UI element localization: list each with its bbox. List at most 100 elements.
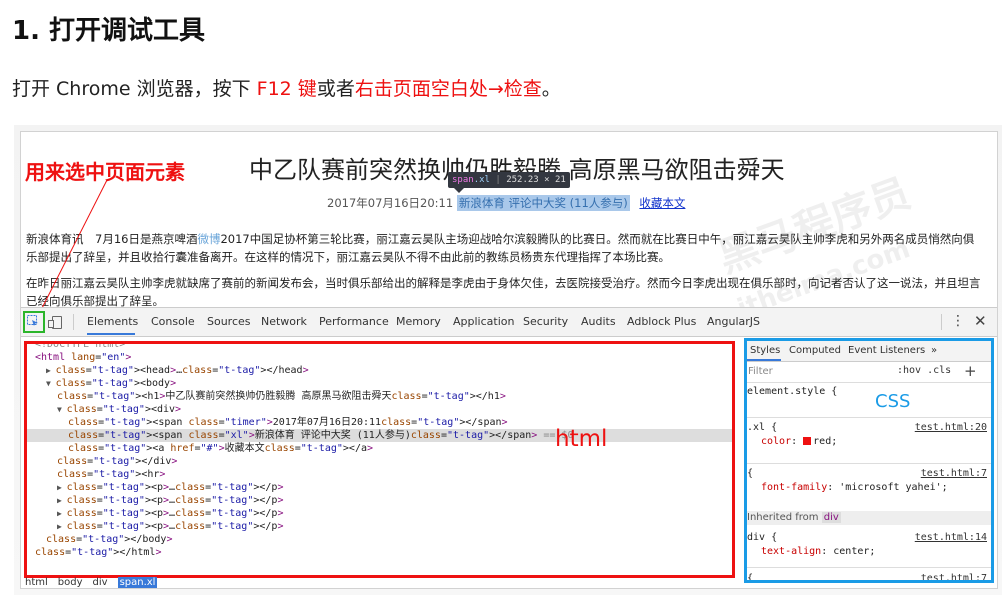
dom-tree-node[interactable]: ▼ class="t-tag"><body> [46, 377, 176, 390]
dom-tree-node[interactable]: class="t-tag"><a href="#">收藏本文class="t-t… [68, 442, 373, 455]
breadcrumb-html[interactable]: html [25, 577, 48, 588]
new-style-rule-icon[interactable]: + [964, 362, 977, 380]
rule-xl-declaration[interactable]: color: red; [761, 435, 837, 448]
instruction-text: 打开 Chrome 浏览器，按下 F12 键或者右击页面空白处→检查。 [12, 74, 561, 101]
dom-tree-node[interactable]: ▶ class="t-tag"><p>…class="t-tag"></p> [57, 481, 283, 494]
dom-tree-node[interactable]: <!DOCTYPE html> [35, 344, 125, 351]
styles-tab-event-listeners[interactable]: Event Listeners [848, 345, 925, 356]
breadcrumb-span-xl[interactable]: span.xl [117, 577, 158, 588]
dom-tree-node[interactable]: <html lang="en"> [35, 351, 131, 364]
browser-screenshot: 黑马程序员 itheima.com 用来选中页面元素 中乙队赛前突然换帅仍胜毅腾 … [20, 131, 998, 589]
bookmark-link[interactable]: 收藏本文 [639, 196, 685, 210]
dom-tree-node[interactable]: class="t-tag"><h1>中乙队赛前突然换帅仍胜毅腾 高原黑马欲阻击舜… [57, 390, 506, 403]
dom-tree-node[interactable]: class="t-tag"></div> [57, 455, 177, 468]
css-property-font-family: font-family [761, 482, 828, 493]
styles-filter-input[interactable]: Filter [748, 366, 773, 377]
rule-xl-source-link[interactable]: test.html:20 [915, 421, 987, 434]
dom-tree-node[interactable]: class="t-tag"><hr> [57, 468, 165, 481]
instruction-part3: 。 [541, 78, 561, 100]
devtools-tab-adblock-plus[interactable]: Adblock Plus [627, 315, 696, 328]
dom-tree-node[interactable]: class="t-tag"><span class="xl">新浪体育 评论中大… [27, 429, 732, 442]
rule2-selector[interactable]: { [747, 467, 753, 480]
styles-tab-styles[interactable]: Styles [750, 345, 780, 356]
expand-arrow-icon[interactable]: ▶ [57, 509, 67, 518]
devtools-tab-sources[interactable]: Sources [207, 315, 251, 328]
dom-breadcrumb: html body div span.xl [25, 577, 167, 588]
hov-cls-toggles[interactable]: :hov .cls [897, 365, 951, 376]
dom-tree-node[interactable]: ▶ class="t-tag"><p>…class="t-tag"></p> [57, 520, 283, 533]
instruction-part1: 打开 Chrome 浏览器，按下 [12, 78, 257, 100]
breadcrumb-body[interactable]: body [58, 577, 83, 588]
devtools-panel: ⋮ ✕ Elements Console Sources Network Perform… [21, 307, 997, 588]
expand-arrow-icon[interactable]: ▶ [57, 496, 67, 505]
styles-tab-computed[interactable]: Computed [789, 345, 841, 356]
element-style-rule[interactable]: element.style { [747, 385, 837, 398]
elements-tree-panel[interactable]: <!DOCTYPE html> <html lang="en"> ▶ class="… [24, 341, 735, 578]
css-value-font-family: 'microsoft yahei'; [839, 482, 948, 493]
dom-tree-node[interactable]: ▶ class="t-tag"><head>…class="t-tag"></h… [46, 364, 309, 377]
dom-tree-node[interactable]: class="t-tag"></body> [46, 533, 172, 546]
rule-divider [747, 417, 991, 418]
annotation-select-element: 用来选中页面元素 [25, 160, 185, 184]
dom-tree-node[interactable]: ▶ class="t-tag"><p>…class="t-tag"></p> [57, 494, 283, 507]
toolbar-divider [73, 314, 74, 330]
device-toolbar-icon[interactable] [48, 316, 62, 329]
rule-div-selector[interactable]: div { [747, 531, 777, 544]
rule4-source-link[interactable]: test.html:7 [921, 572, 987, 580]
inspect-cursor-icon [27, 315, 38, 326]
styles-filter-row: Filter :hov .cls + [747, 362, 991, 383]
devtools-tab-security[interactable]: Security [523, 315, 568, 328]
expand-arrow-icon[interactable]: ▶ [57, 522, 67, 531]
devtools-tab-memory[interactable]: Memory [396, 315, 441, 328]
devtools-tab-angularjs[interactable]: AngularJS [707, 315, 760, 328]
expand-arrow-icon[interactable]: ▶ [46, 366, 56, 375]
article-source-highlighted[interactable]: 新浪体育 评论中大奖 (11人参与) [456, 195, 630, 211]
inherited-tag[interactable]: div [821, 512, 841, 523]
css-property-color: color [761, 436, 792, 447]
breadcrumb-div[interactable]: div [93, 577, 108, 588]
dom-tree-node[interactable]: ▶ class="t-tag"><p>…class="t-tag"></p> [57, 507, 283, 520]
instruction-right-click: 右击页面空白处→检查 [354, 78, 542, 100]
collapse-arrow-icon[interactable]: ▼ [57, 405, 67, 414]
close-devtools-icon[interactable]: ✕ [974, 312, 987, 330]
page-title: 1. 打开调试工具 [12, 16, 206, 46]
rule-xl-selector[interactable]: .xl { [747, 421, 777, 434]
color-swatch-icon[interactable] [803, 437, 812, 445]
expand-arrow-icon[interactable]: ▶ [57, 483, 67, 492]
css-value-center: center; [833, 546, 876, 557]
para1-text-a: 新浪体育讯 7月16日是燕京啤酒 [26, 232, 198, 246]
rule4-selector[interactable]: { [747, 572, 753, 580]
article-time: 2017年07月16日20:11 [327, 196, 454, 210]
devtools-tab-network[interactable]: Network [261, 315, 307, 328]
annotation-html: html [555, 426, 608, 452]
devtools-tab-elements[interactable]: Elements [87, 315, 138, 328]
rule-divider [747, 567, 991, 568]
annotation-css: CSS [875, 391, 911, 412]
toolbar-divider-right [941, 314, 942, 330]
dom-tree-node[interactable]: class="t-tag"></html> [35, 546, 161, 559]
rule-divider [747, 463, 991, 464]
tooltip-tag: span [452, 175, 474, 185]
devtools-tab-application[interactable]: Application [453, 315, 514, 328]
weibo-badge[interactable]: 微博 [197, 232, 220, 246]
rule-div-source-link[interactable]: test.html:14 [915, 531, 987, 544]
styles-tab-row: Styles Computed Event Listeners » [747, 341, 991, 362]
collapse-arrow-icon[interactable]: ▼ [46, 379, 56, 388]
dom-tree-node[interactable]: ▼ class="t-tag"><div> [57, 403, 181, 416]
rule-div-declaration[interactable]: text-align: center; [761, 545, 875, 558]
styles-panel[interactable]: Styles Computed Event Listeners » Filter :h… [744, 338, 994, 583]
inspect-tooltip: span.xl | 252.23 × 21 [448, 172, 570, 188]
tooltip-size: 252.23 × 21 [506, 175, 566, 185]
article-meta: 2017年07月16日20:11 新浪体育 评论中大奖 (11人参与) 收藏本文 [327, 195, 685, 211]
rule2-source-link[interactable]: test.html:7 [921, 467, 987, 480]
styles-tab-more[interactable]: » [931, 345, 937, 356]
more-options-icon[interactable]: ⋮ [951, 313, 965, 329]
devtools-tab-performance[interactable]: Performance [319, 315, 389, 328]
inherited-from-bar: Inherited from div [747, 511, 991, 525]
devtools-tab-console[interactable]: Console [151, 315, 195, 328]
instruction-f12: F12 键 [256, 78, 317, 100]
rule2-declaration[interactable]: font-family: 'microsoft yahei'; [761, 481, 948, 494]
css-property-text-align: text-align [761, 546, 822, 557]
devtools-tab-audits[interactable]: Audits [581, 315, 616, 328]
dom-tree-node[interactable]: class="t-tag"><span class="timer">2017年0… [68, 416, 508, 429]
